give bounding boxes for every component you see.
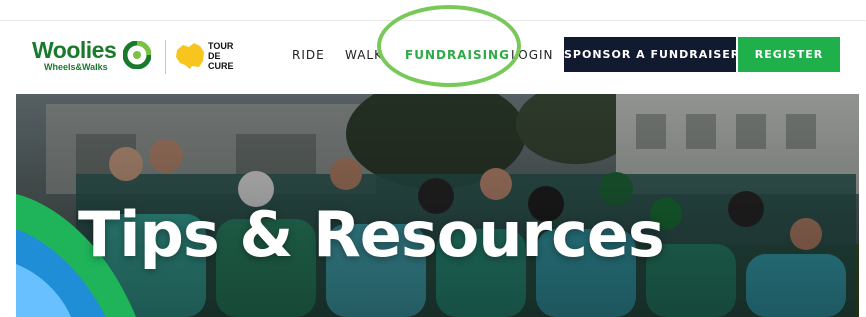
logo-divider <box>165 40 166 74</box>
woolies-logo-icon <box>123 41 151 69</box>
header-top-divider <box>0 20 866 21</box>
highlight-ring-annotation <box>377 5 521 87</box>
tour-logo-line-3: CURE <box>208 61 234 71</box>
tour-de-cure-logo-icon <box>176 43 204 69</box>
tour-de-cure-logo[interactable]: TOUR DE CURE <box>174 40 244 76</box>
hero-title: Tips & Resources <box>78 198 665 271</box>
woolies-logo-word: Woolies <box>32 37 117 63</box>
nav-item-fundraising[interactable]: FUNDRAISING <box>405 48 510 62</box>
woolies-logo-subtitle: Wheels&Walks <box>44 62 108 72</box>
nav-item-ride[interactable]: RIDE <box>292 48 325 62</box>
tour-logo-line-1: TOUR <box>208 41 234 51</box>
sponsor-fundraiser-button[interactable]: SPONSOR A FUNDRAISER <box>564 37 739 72</box>
nav-item-walk[interactable]: WALK <box>345 48 383 62</box>
hero-banner: Tips & Resources <box>16 94 859 317</box>
nav-item-login[interactable]: LOGIN <box>511 48 554 62</box>
tour-logo-line-2: DE <box>208 51 221 61</box>
woolies-logo[interactable]: Woolies Wheels&Walks <box>30 36 160 76</box>
register-button[interactable]: REGISTER <box>738 37 840 72</box>
